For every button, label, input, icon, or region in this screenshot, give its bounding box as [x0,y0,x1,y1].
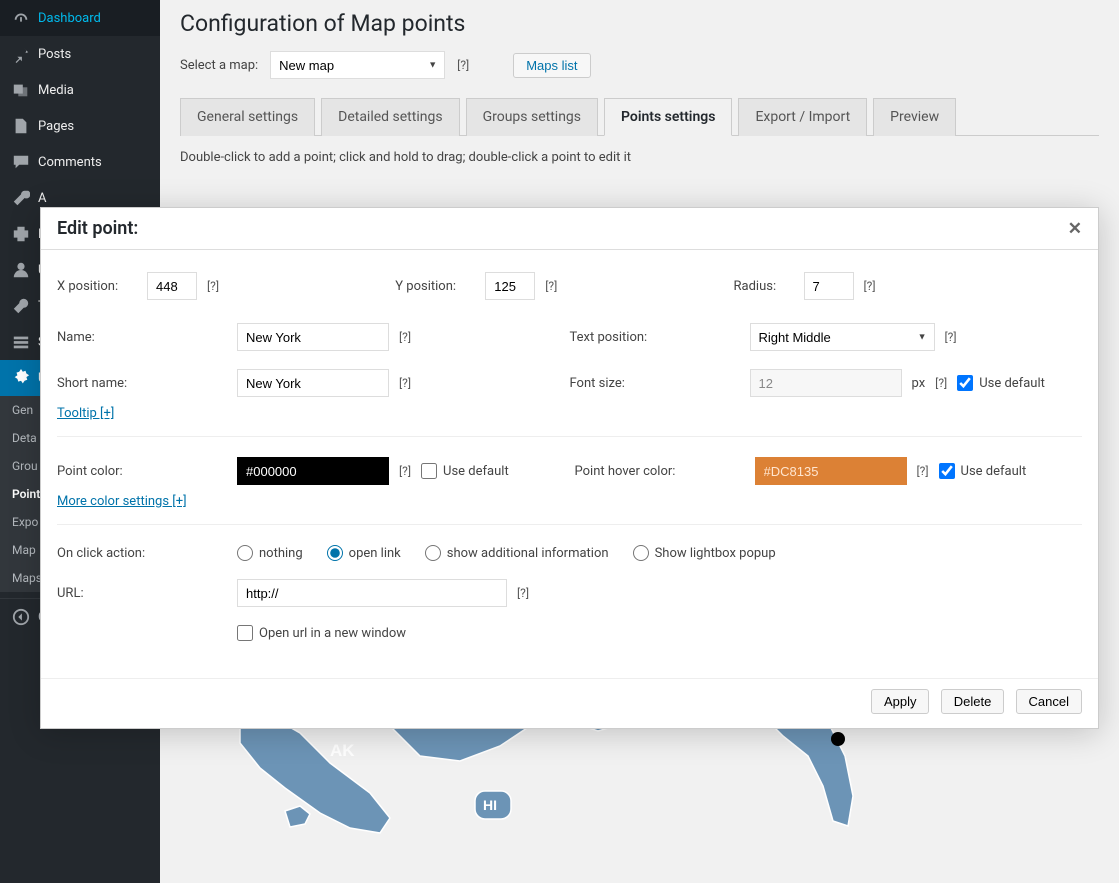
maps-list-button[interactable]: Maps list [513,53,590,78]
open-new-window-checkbox[interactable] [237,625,253,641]
text-position-select[interactable]: Right Middle [750,323,935,351]
sidebar-label: Pages [38,119,74,134]
help-icon[interactable]: [?] [399,330,411,344]
help-icon[interactable]: [?] [207,279,219,293]
dashboard-icon [12,9,30,27]
page-icon [12,117,30,135]
map-select[interactable]: New map [270,51,445,79]
hover-color-label: Point hover color: [575,464,745,479]
name-input[interactable] [237,323,389,351]
x-position-label: X position: [57,279,137,294]
tab-preview[interactable]: Preview [873,98,956,136]
modal-title: Edit point: [57,218,138,239]
point-color-input[interactable] [237,457,389,485]
sidebar-item-pages[interactable]: Pages [0,108,160,144]
tooltip-expand-link[interactable]: Tooltip [+] [57,406,114,421]
map-point-marker[interactable] [831,732,845,746]
font-size-label: Font size: [570,376,740,391]
sidebar-label: Posts [38,47,71,62]
more-color-link[interactable]: More color settings [+] [57,494,187,509]
hint-text: Double-click to add a point; click and h… [180,150,1099,165]
tab-points[interactable]: Points settings [604,98,732,136]
sidebar-label: Comments [38,155,102,170]
sidebar-item-media[interactable]: Media [0,72,160,108]
tool-icon [12,297,30,315]
radio-open-link[interactable] [327,545,343,561]
radius-input[interactable] [804,272,854,300]
apply-button[interactable]: Apply [871,689,930,714]
click-action-label: On click action: [57,546,227,561]
y-position-label: Y position: [395,279,475,294]
pin-icon [12,45,30,63]
url-input[interactable] [237,579,507,607]
tabs: General settings Detailed settings Group… [180,97,1099,136]
map-label-ak: AK [330,741,355,760]
wrench-icon [12,189,30,207]
use-default-hover-checkbox[interactable] [939,463,955,479]
radio-nothing[interactable] [237,545,253,561]
radio-label: show additional information [447,546,609,561]
help-icon[interactable]: [?] [399,376,411,390]
radio-label: nothing [259,546,303,561]
map-toolbar: Select a map: New map [?] Maps list [180,51,1099,79]
help-icon[interactable]: [?] [864,279,876,293]
tab-groups[interactable]: Groups settings [466,98,598,136]
radio-label: open link [349,546,401,561]
sidebar-label: Media [38,83,74,98]
use-default-label: Use default [979,376,1045,391]
map-label-hi: HI [483,797,497,813]
help-icon[interactable]: [?] [457,58,469,72]
tab-general[interactable]: General settings [180,98,315,136]
radio-additional-info[interactable] [425,545,441,561]
plugin-icon [12,225,30,243]
sidebar-item-dashboard[interactable]: Dashboard [0,0,160,36]
help-icon[interactable]: [?] [399,464,411,478]
hover-color-input[interactable] [755,457,907,485]
radio-lightbox[interactable] [633,545,649,561]
x-position-input[interactable] [147,272,197,300]
settings-icon [12,333,30,351]
help-icon[interactable]: [?] [945,330,957,344]
url-label: URL: [57,586,227,601]
name-label: Name: [57,330,227,345]
tab-detailed[interactable]: Detailed settings [321,98,459,136]
use-default-label: Use default [443,464,509,479]
edit-point-modal: Edit point: ✕ X position: [?] Y position… [40,207,1099,729]
help-icon[interactable]: [?] [917,464,929,478]
help-icon[interactable]: [?] [935,376,947,390]
text-position-label: Text position: [570,330,740,345]
sidebar-label: Dashboard [38,11,101,26]
short-name-label: Short name: [57,376,227,391]
use-default-font-checkbox[interactable] [957,375,973,391]
help-icon[interactable]: [?] [517,586,529,600]
delete-button[interactable]: Delete [941,689,1005,714]
radio-label: Show lightbox popup [655,546,776,561]
media-icon [12,81,30,99]
short-name-input[interactable] [237,369,389,397]
page-title: Configuration of Map points [180,10,1099,37]
tab-export[interactable]: Export / Import [738,98,867,136]
sidebar-item-comments[interactable]: Comments [0,144,160,180]
y-position-input[interactable] [485,272,535,300]
radius-label: Radius: [734,279,794,294]
user-icon [12,261,30,279]
use-default-color-checkbox[interactable] [421,463,437,479]
select-map-label: Select a map: [180,58,258,73]
px-label: px [912,376,926,391]
use-default-label: Use default [961,464,1027,479]
help-icon[interactable]: [?] [545,279,557,293]
cancel-button[interactable]: Cancel [1016,689,1082,714]
collapse-icon [12,608,30,626]
open-new-label: Open url in a new window [259,626,406,641]
point-color-label: Point color: [57,464,227,479]
gear-icon [12,369,30,387]
comment-icon [12,153,30,171]
sidebar-item-posts[interactable]: Posts [0,36,160,72]
sidebar-label: A [38,191,46,206]
close-icon[interactable]: ✕ [1068,219,1082,239]
font-size-input[interactable] [750,369,902,397]
